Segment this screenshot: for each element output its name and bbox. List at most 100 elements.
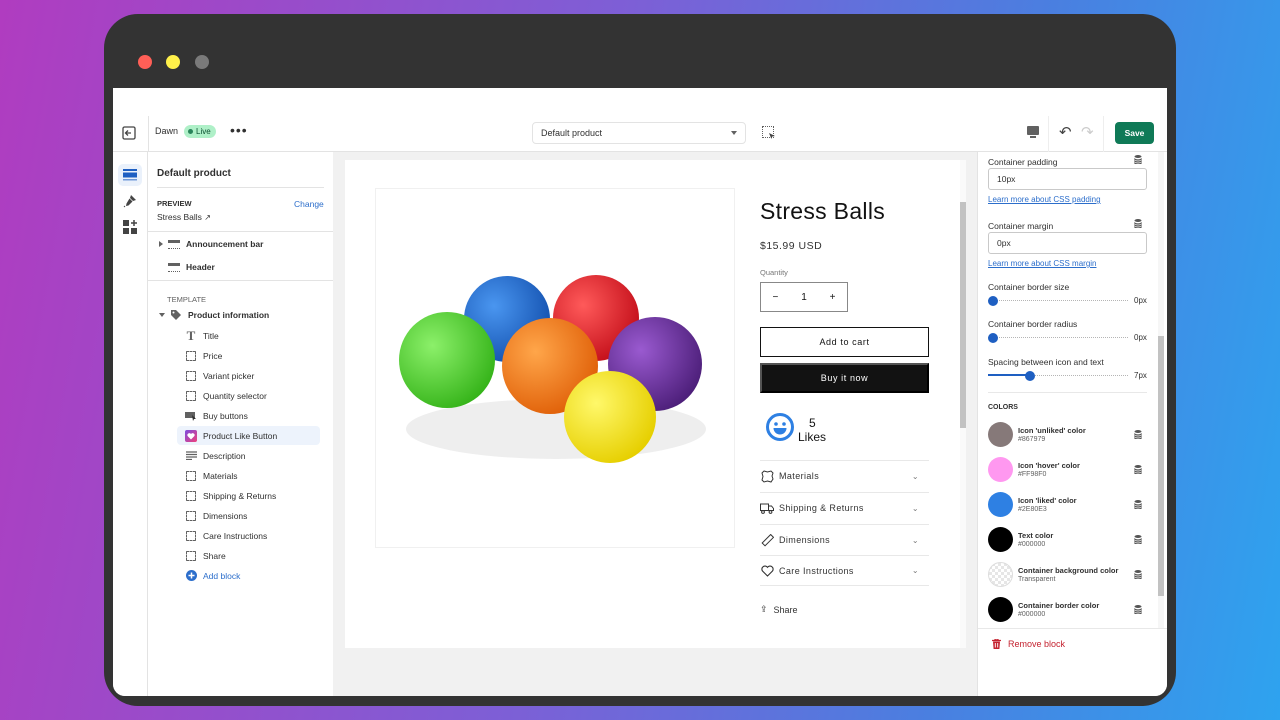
block-variant-picker[interactable]: Variant picker [177, 366, 320, 385]
icon-spacing-slider[interactable] [988, 371, 1128, 381]
block-icon [185, 390, 197, 402]
yellow-ball [564, 371, 656, 463]
block-product-like-button[interactable]: Product Like Button [177, 426, 320, 445]
smiley-like-icon[interactable] [765, 412, 795, 442]
sidebar-footer [148, 656, 333, 696]
dynamic-source-icon[interactable] [1134, 155, 1142, 164]
theme-settings-tab[interactable] [118, 190, 142, 212]
theme-editor: Dawn Live ••• Default product ↶ ↷ Save D… [113, 88, 1167, 696]
product-image[interactable] [375, 188, 735, 548]
dynamic-source-icon[interactable] [1134, 605, 1142, 614]
color-swatch[interactable] [988, 457, 1013, 482]
exit-icon[interactable] [121, 125, 137, 141]
desktop-preview-icon[interactable] [1027, 126, 1039, 138]
dynamic-source-icon[interactable] [1134, 500, 1142, 509]
slider-handle[interactable] [988, 333, 998, 343]
expand-icon[interactable] [159, 241, 163, 247]
dynamic-source-icon[interactable] [1134, 570, 1142, 579]
accordion-shipping-returns[interactable]: Shipping & Returns ⌄ [760, 492, 929, 523]
icon-spacing-value: 7px [1134, 371, 1147, 380]
apps-icon [123, 220, 137, 234]
increase-quantity-button[interactable]: + [830, 292, 836, 303]
apps-tab[interactable] [118, 216, 142, 238]
color-setting-name: Icon 'unliked' color [1018, 426, 1086, 435]
section-product-information[interactable]: Product information [159, 305, 269, 325]
sections-tab[interactable] [118, 164, 142, 186]
collapse-icon[interactable] [159, 313, 165, 317]
window-close-button[interactable] [138, 55, 152, 69]
block-icon [185, 370, 197, 382]
inspector-icon[interactable] [762, 126, 774, 138]
section-header[interactable]: Header [168, 257, 215, 277]
color-swatch[interactable] [988, 597, 1013, 622]
template-select[interactable]: Default product [532, 122, 746, 144]
preview-label: PREVIEW [157, 199, 192, 208]
block-buy-buttons[interactable]: Buy buttons [177, 406, 320, 425]
color-swatch[interactable] [988, 422, 1013, 447]
color-setting-name: Container border color [1018, 601, 1100, 610]
border-size-slider[interactable] [988, 296, 1128, 306]
css-margin-link[interactable]: Learn more about CSS margin [988, 259, 1097, 268]
settings-footer: Remove block [978, 628, 1167, 696]
settings-scrollbar-thumb[interactable] [1158, 336, 1164, 596]
container-margin-input[interactable]: 0px [988, 232, 1147, 254]
block-care-instructions[interactable]: Care Instructions [177, 526, 320, 545]
canvas-scrollbar-thumb[interactable] [960, 202, 966, 428]
block-icon [185, 510, 197, 522]
color-setting-value: #000000 [1018, 611, 1046, 618]
dynamic-source-icon[interactable] [1134, 430, 1142, 439]
like-app-icon [185, 429, 197, 442]
save-button[interactable]: Save [1115, 122, 1154, 144]
undo-icon[interactable]: ↶ [1059, 123, 1072, 141]
remove-block-button[interactable]: Remove block [992, 639, 1065, 649]
block-label: Dimensions [203, 510, 248, 521]
decrease-quantity-button[interactable]: − [772, 292, 778, 303]
border-radius-slider[interactable] [988, 333, 1128, 343]
color-swatch[interactable] [988, 492, 1013, 517]
block-title[interactable]: T Title [177, 326, 320, 345]
buy-buttons-icon [185, 410, 197, 422]
share-button[interactable]: ⇪ Share [760, 604, 798, 615]
description-icon [185, 450, 197, 462]
block-materials[interactable]: Materials [177, 466, 320, 485]
dynamic-source-icon[interactable] [1134, 465, 1142, 474]
buy-it-now-button[interactable]: Buy it now [760, 363, 929, 393]
dynamic-source-icon[interactable] [1134, 535, 1142, 544]
more-actions-button[interactable]: ••• [230, 122, 248, 138]
icon-rail [113, 152, 148, 696]
block-label: Product Like Button [203, 430, 278, 441]
window-minimize-button[interactable] [166, 55, 180, 69]
add-block-button[interactable]: Add block [177, 566, 320, 585]
quantity-value[interactable]: 1 [801, 292, 807, 303]
block-dimensions[interactable]: Dimensions [177, 506, 320, 525]
block-shipping-returns[interactable]: Shipping & Returns [177, 486, 320, 505]
preview-product[interactable]: Stress Balls ↗ [157, 212, 211, 222]
change-preview-link[interactable]: Change [294, 199, 324, 209]
redo-icon[interactable]: ↷ [1081, 123, 1094, 141]
accordion-materials[interactable]: Materials ⌄ [760, 460, 929, 491]
color-setting-name: Icon 'hover' color [1018, 461, 1080, 470]
add-to-cart-button[interactable]: Add to cart [760, 327, 929, 357]
window-maximize-button[interactable] [195, 55, 209, 69]
slider-handle[interactable] [1025, 371, 1035, 381]
block-share[interactable]: Share [177, 546, 320, 565]
css-padding-link[interactable]: Learn more about CSS padding [988, 195, 1101, 204]
accordion-dimensions[interactable]: Dimensions ⌄ [760, 524, 929, 555]
divider [1048, 116, 1049, 152]
block-label: Title [203, 330, 219, 341]
block-settings-panel: Container padding 10px Learn more about … [977, 152, 1167, 696]
container-padding-input[interactable]: 10px [988, 168, 1147, 190]
border-size-label: Container border size [988, 282, 1070, 292]
block-label: Materials [203, 470, 238, 481]
color-swatch[interactable] [988, 527, 1013, 552]
dynamic-source-icon[interactable] [1134, 219, 1142, 228]
preview-canvas: Stress Balls $15.99 USD Quantity − 1 + A… [333, 152, 977, 696]
quantity-stepper[interactable]: − 1 + [760, 282, 848, 312]
color-swatch[interactable] [988, 562, 1013, 587]
block-price[interactable]: Price [177, 346, 320, 365]
block-description[interactable]: Description [177, 446, 320, 465]
slider-handle[interactable] [988, 296, 998, 306]
accordion-care-instructions[interactable]: Care Instructions ⌄ [760, 555, 929, 586]
section-announcement-bar[interactable]: Announcement bar [159, 234, 263, 254]
block-quantity-selector[interactable]: Quantity selector [177, 386, 320, 405]
